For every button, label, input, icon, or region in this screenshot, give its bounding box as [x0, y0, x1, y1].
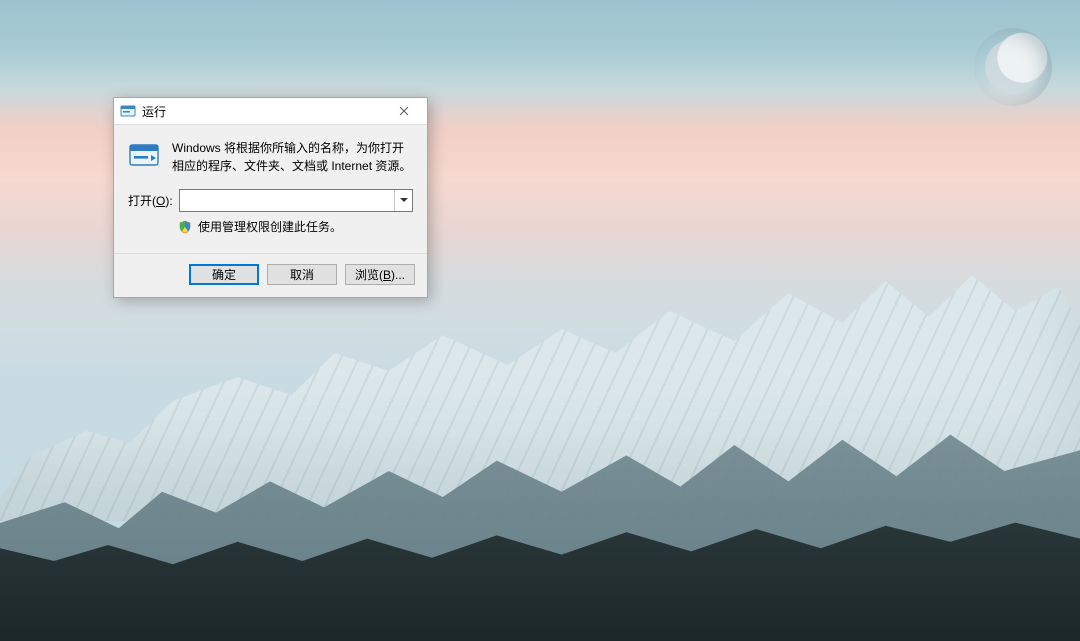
open-dropdown-button[interactable]: [394, 190, 412, 211]
cancel-button[interactable]: 取消: [267, 264, 337, 285]
close-button[interactable]: [383, 99, 425, 123]
open-combobox[interactable]: [179, 189, 413, 212]
shield-icon: [178, 220, 192, 234]
dialog-description: Windows 将根据你所输入的名称，为你打开相应的程序、文件夹、文档或 Int…: [172, 139, 413, 175]
admin-note-text: 使用管理权限创建此任务。: [198, 218, 342, 235]
moon-graphic: [974, 28, 1052, 106]
dialog-title: 运行: [142, 103, 166, 120]
browse-button[interactable]: 浏览(B)...: [345, 264, 415, 285]
open-label: 打开(O):: [128, 192, 173, 209]
chevron-down-icon: [400, 198, 408, 203]
admin-note-row: 使用管理权限创建此任务。: [178, 218, 413, 235]
close-icon: [399, 106, 409, 116]
open-input[interactable]: [180, 190, 394, 211]
button-row: 确定 取消 浏览(B)...: [114, 253, 427, 297]
run-icon: [120, 103, 136, 119]
run-icon-large: [128, 139, 160, 171]
run-dialog: 运行 Windows 将根据你所输入的名称，为你打开相应的程序、: [113, 97, 428, 298]
titlebar[interactable]: 运行: [114, 98, 427, 125]
desktop-wallpaper: 运行 Windows 将根据你所输入的名称，为你打开相应的程序、: [0, 0, 1080, 641]
ok-button[interactable]: 确定: [189, 264, 259, 285]
